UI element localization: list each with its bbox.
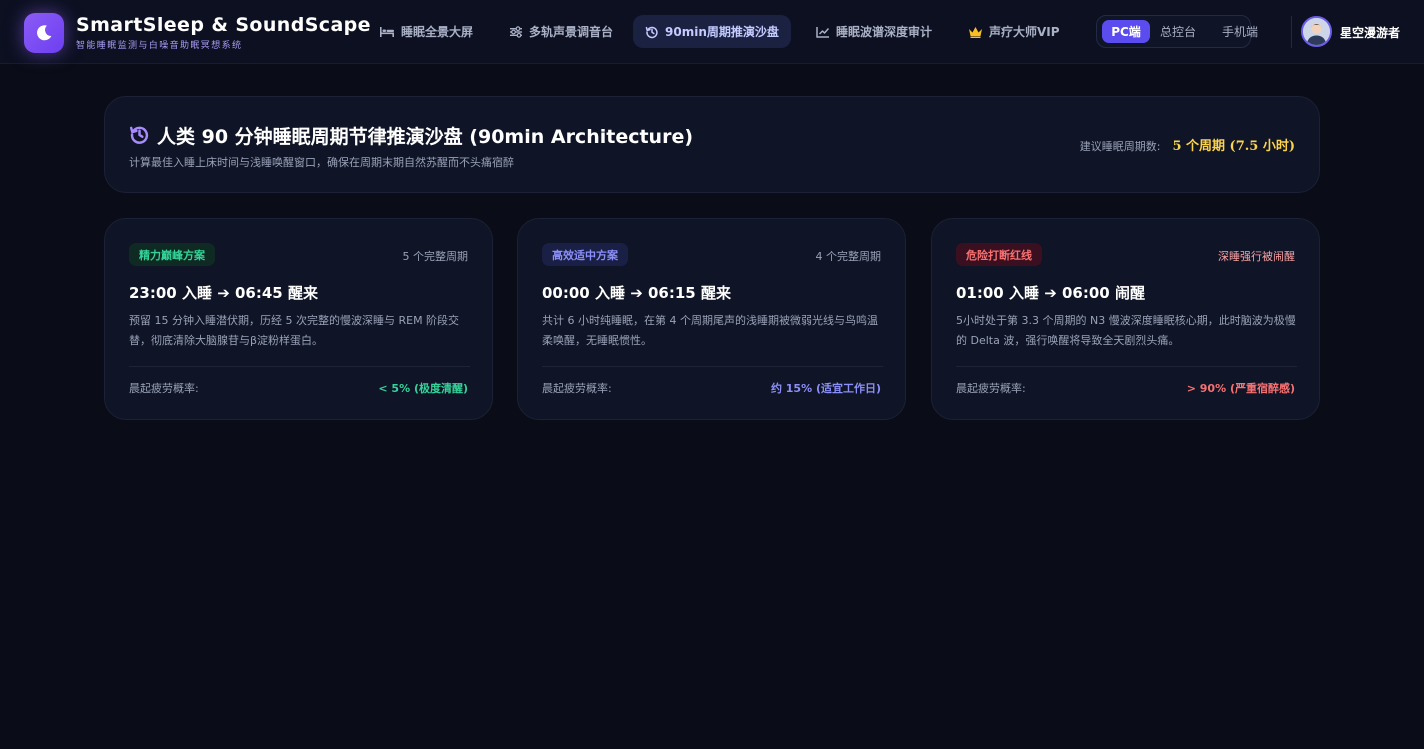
plan-cycles: 深睡强行被闹醒 (1218, 250, 1295, 263)
nav-tab-label: 声疗大师VIP (989, 25, 1060, 39)
plan-cycles: 4 个完整周期 (815, 250, 882, 263)
fatigue-rate-value: 约 15% (适宜工作日) (770, 382, 881, 395)
nav-tab-label: 睡眠全景大屏 (401, 25, 474, 39)
plan-badge: 高效适中方案 (542, 243, 628, 266)
fatigue-rate-value: < 5% (极度清醒) (378, 382, 468, 395)
view-option-mobile[interactable]: 手机端 (1217, 20, 1263, 43)
nav-tab-label: 睡眠波谱深度审计 (836, 25, 933, 39)
fatigue-rate-label: 晨起疲劳概率: (956, 382, 1026, 395)
header-divider (1291, 16, 1292, 48)
plan-schedule: 00:00 入睡 ➔ 06:15 醒来 (542, 284, 731, 302)
recommended-cycles: 建议睡眠周期数: 5 个周期 (7.5 小时) (1080, 135, 1295, 154)
plan-card-balanced[interactable]: 高效适中方案 4 个完整周期 00:00 入睡 ➔ 06:15 醒来 共计 6 … (517, 218, 906, 420)
plan-description: 5小时处于第 3.3 个周期的 N3 慢波深度睡眠核心期，此时脑波为极慢的 De… (956, 314, 1296, 347)
nav-tab-label: 多轨声景调音台 (529, 25, 614, 39)
bed-icon (380, 26, 394, 37)
plan-card-danger[interactable]: 危险打断红线 深睡强行被闹醒 01:00 入睡 ➔ 06:00 闹醒 5小时处于… (931, 218, 1320, 420)
avatar-image (1303, 18, 1330, 45)
moon-icon (37, 25, 52, 41)
plan-badge: 危险打断红线 (956, 243, 1042, 266)
plan-badge: 精力巅峰方案 (129, 243, 215, 266)
avatar[interactable] (1301, 16, 1332, 47)
nav-tab-sound-mixer[interactable]: 多轨声景调音台 (497, 15, 625, 48)
fatigue-rate-label: 晨起疲劳概率: (129, 382, 199, 395)
plan-schedule: 01:00 入睡 ➔ 06:00 闹醒 (956, 284, 1145, 302)
nav-tab-dashboard[interactable]: 睡眠全景大屏 (367, 15, 485, 48)
app-title: SmartSleep & SoundScape (76, 14, 371, 36)
nav-tab-vip[interactable]: 声疗大师VIP (956, 15, 1072, 48)
app-logo[interactable] (24, 13, 64, 53)
recommended-cycles-value: 5 个周期 (7.5 小时) (1172, 139, 1295, 154)
user-name[interactable]: 星空漫游者 (1340, 24, 1400, 41)
recommended-cycles-label: 建议睡眠周期数: (1079, 140, 1161, 153)
card-divider (956, 366, 1297, 367)
nav-tab-cycle-sandbox[interactable]: 90min周期推演沙盘 (633, 15, 791, 48)
card-divider (542, 366, 883, 367)
fatigue-rate-value: > 90% (严重宿醉感) (1186, 382, 1295, 395)
history-icon (129, 126, 149, 144)
page-title: 人类 90 分钟睡眠周期节律推演沙盘 (90min Architecture) (157, 126, 694, 148)
view-option-pc[interactable]: PC端 (1102, 20, 1150, 43)
history-icon (645, 26, 658, 38)
page-subtitle: 计算最佳入睡上床时间与浅睡唤醒窗口，确保在周期末期自然苏醒而不头痛宿醉 (129, 156, 514, 169)
chart-line-icon (816, 26, 830, 38)
fatigue-rate-label: 晨起疲劳概率: (542, 382, 612, 395)
sliders-icon (510, 25, 522, 38)
plan-card-peak[interactable]: 精力巅峰方案 5 个完整周期 23:00 入睡 ➔ 06:45 醒来 预留 15… (104, 218, 493, 420)
plan-description: 共计 6 小时纯睡眠，在第 4 个周期尾声的浅睡期被微弱光线与鸟鸣温柔唤醒，无睡… (542, 314, 878, 347)
plan-cycles: 5 个完整周期 (402, 250, 469, 263)
view-option-console[interactable]: 总控台 (1155, 20, 1201, 43)
top-navigation-bar: SmartSleep & SoundScape 智能睡眠监测与白噪音助眠冥想系统… (0, 0, 1424, 64)
nav-tab-label: 90min周期推演沙盘 (665, 25, 779, 39)
app-subtitle: 智能睡眠监测与白噪音助眠冥想系统 (76, 41, 243, 51)
sandbox-header-card: 人类 90 分钟睡眠周期节律推演沙盘 (90min Architecture) … (104, 96, 1320, 193)
view-mode-switch: PC端 总控台 手机端 (1096, 15, 1258, 48)
crown-icon (969, 26, 982, 38)
plan-schedule: 23:00 入睡 ➔ 06:45 醒来 (129, 284, 318, 302)
card-divider (129, 366, 470, 367)
nav-tab-spectrum-audit[interactable]: 睡眠波谱深度审计 (804, 15, 944, 48)
plan-description: 预留 15 分钟入睡潜伏期，历经 5 次完整的慢波深睡与 REM 阶段交替，彻底… (129, 314, 460, 347)
